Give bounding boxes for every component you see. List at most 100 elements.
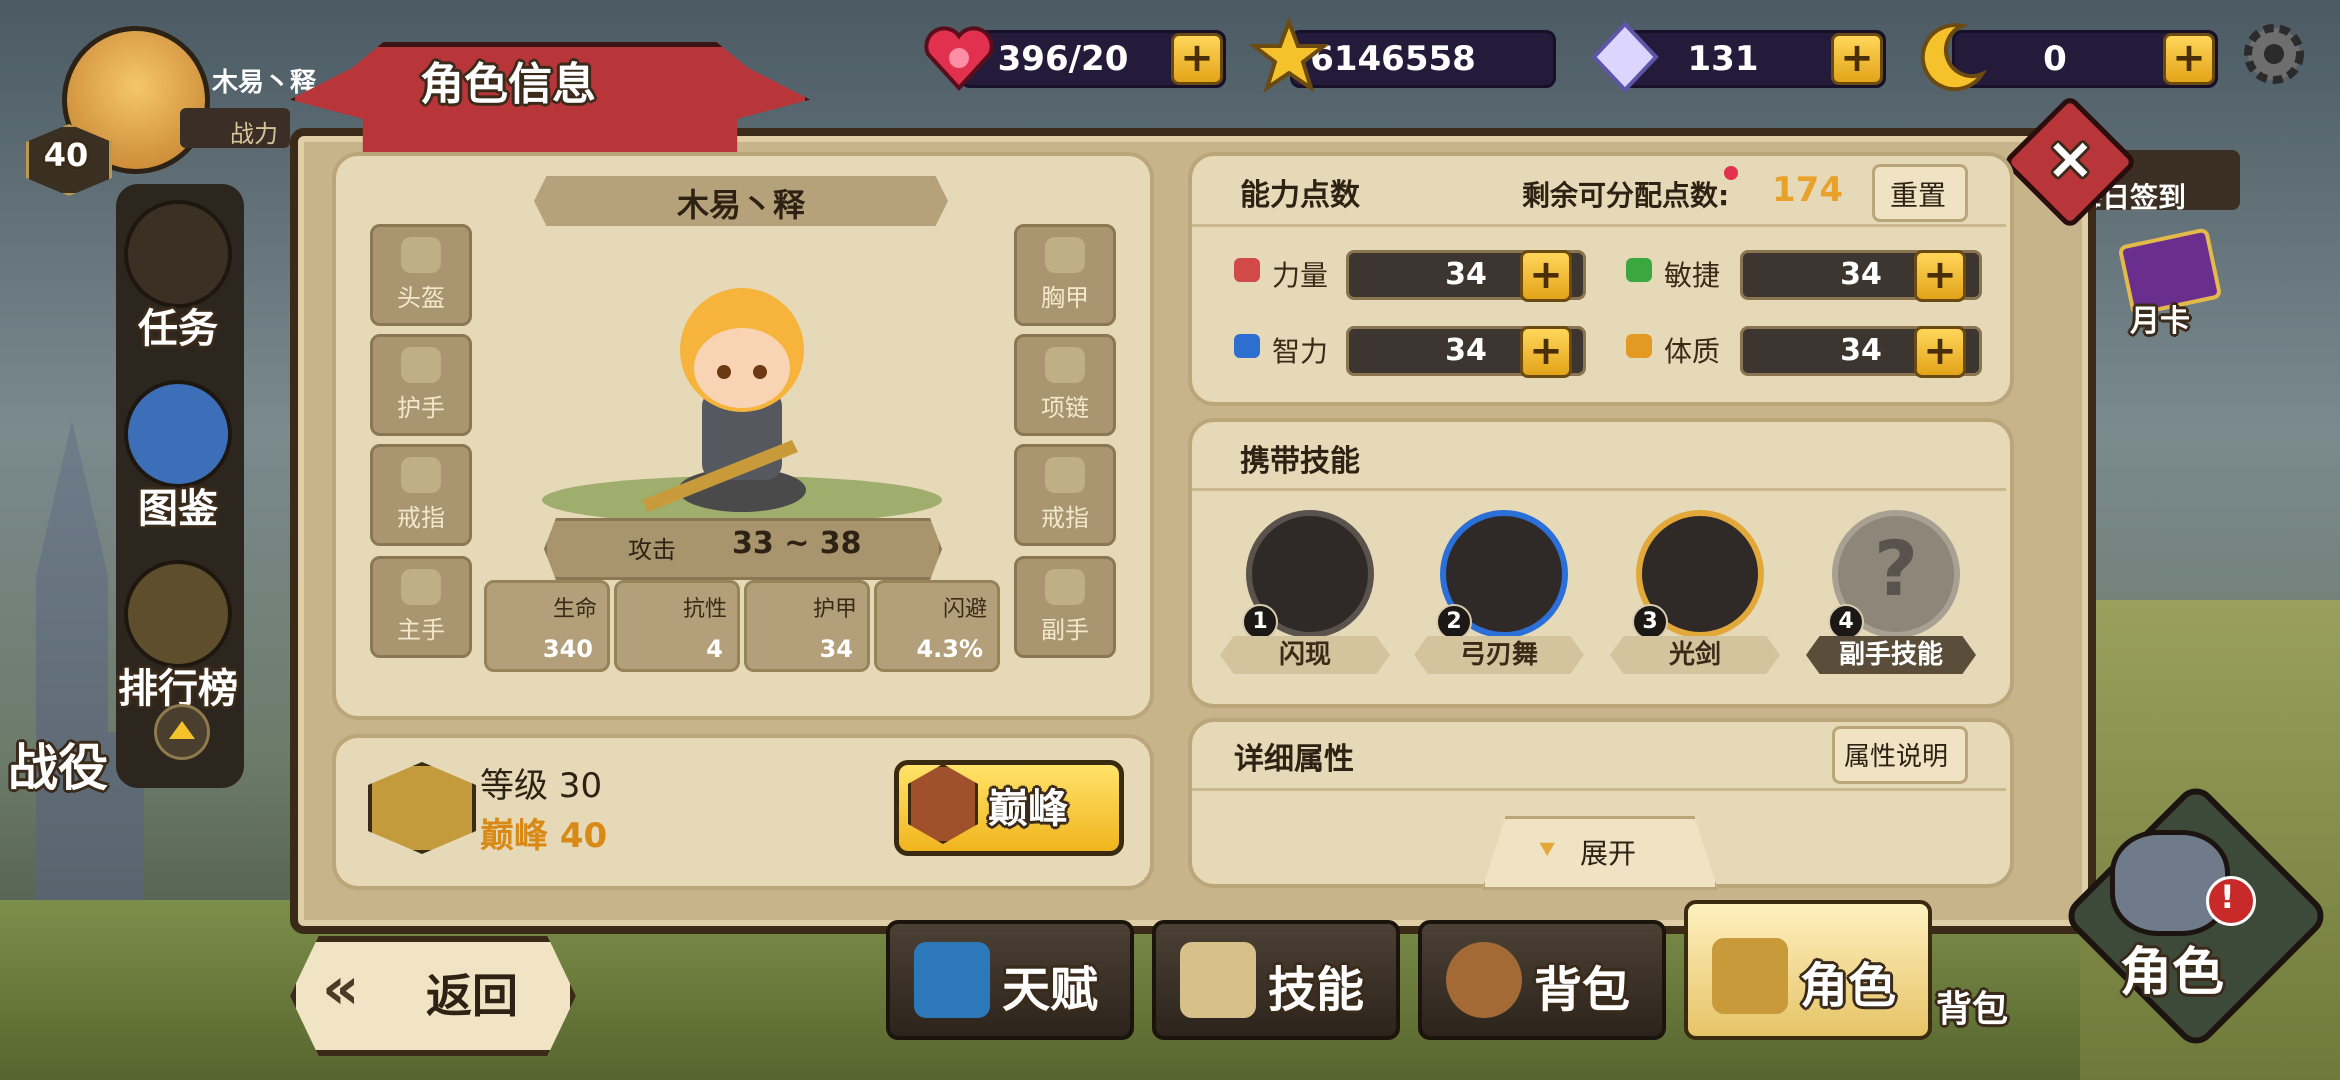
stat-hp-value: 340 <box>542 635 593 663</box>
stat-armor: 护甲 34 <box>744 580 870 672</box>
slot-offhand[interactable]: 副手 <box>1014 556 1116 658</box>
slot-mainhand-label: 主手 <box>397 616 445 644</box>
level-text: 等级 30 <box>480 766 603 806</box>
tab-character-label: 角色 <box>1800 958 1897 1014</box>
stat-resist-label: 抗性 <box>682 597 727 622</box>
skill-3-number: 3 <box>1632 604 1668 640</box>
tab-skills-label: 技能 <box>1268 962 1365 1018</box>
attack-label: 攻击 <box>628 536 676 564</box>
player-name: 木易丶释 <box>212 68 317 98</box>
notification-dot <box>1724 166 1738 180</box>
bg-bag-label: 背包 <box>1936 989 2009 1030</box>
ring-slot-icon <box>1045 457 1085 493</box>
slot-offhand-label: 副手 <box>1041 616 1089 644</box>
slot-helmet-label: 头盔 <box>397 284 445 312</box>
close-icon: × <box>2046 124 2095 192</box>
moon-counter: 0 + <box>1952 30 2218 88</box>
reset-label: 重置 <box>1890 179 1947 212</box>
skill-slot-2[interactable]: 2 <box>1436 510 1568 640</box>
skill-4-number: 4 <box>1828 604 1864 640</box>
settings-gear-icon[interactable] <box>2236 16 2312 92</box>
skill-1-number: 1 <box>1242 604 1278 640</box>
attack-value: 33 ~ 38 <box>732 526 862 561</box>
alert-mark: ! <box>2220 878 2235 916</box>
helmet-slot-icon <box>401 237 441 273</box>
stat-armor-label: 护甲 <box>812 597 857 622</box>
intellect-icon <box>1234 334 1260 358</box>
agility-icon <box>1626 258 1652 282</box>
tab-character[interactable]: 角色 <box>1684 900 1932 1040</box>
skill-slot-3[interactable]: 3 <box>1632 510 1764 640</box>
gauntlet-icon <box>1712 938 1788 1014</box>
gold-counter: 6146558 <box>1290 30 1556 88</box>
tab-skills[interactable]: 技能 <box>1152 920 1400 1040</box>
side-menu-ranking[interactable]: 排行榜 <box>110 560 246 714</box>
agility-label: 敏捷 <box>1664 259 1721 292</box>
side-menu-codex[interactable]: 图鉴 <box>110 380 246 534</box>
stat-dodge: 闪避 4.3% <box>874 580 1000 672</box>
intellect-plus-button[interactable]: + <box>1520 326 1572 378</box>
slot-necklace-label: 项链 <box>1041 394 1089 422</box>
stat-armor-value: 34 <box>819 635 853 663</box>
talent-book-icon <box>914 942 990 1018</box>
diamond-icon <box>1586 18 1664 96</box>
stamina-plus-button[interactable]: + <box>1171 33 1223 85</box>
ability-title: 能力点数 <box>1240 178 1360 213</box>
tab-bag[interactable]: 背包 <box>1418 920 1666 1040</box>
skill-slot-4[interactable]: ? 4 <box>1828 510 1960 640</box>
slot-ring-right-label: 戒指 <box>1041 504 1089 532</box>
skills-divider <box>1192 488 2006 491</box>
heart-icon <box>920 18 998 96</box>
constitution-plus-button[interactable]: + <box>1914 326 1966 378</box>
monthly-card-label: 月卡 <box>2130 304 2190 339</box>
question-mark-icon: ? <box>1873 524 1919 613</box>
skill-scroll-icon <box>1180 942 1256 1018</box>
moon-icon <box>1912 18 1990 96</box>
quest-label: 任务 <box>138 306 218 352</box>
skill-2-number: 2 <box>1436 604 1472 640</box>
stat-hp: 生命 340 <box>484 580 610 672</box>
remaining-points-value: 174 <box>1772 170 1843 210</box>
player-level-text: 40 <box>43 136 89 174</box>
collapse-arrow-icon[interactable] <box>154 704 210 760</box>
character-portrait <box>492 240 992 540</box>
side-menu-quest[interactable]: 任务 <box>110 200 246 354</box>
skill-2-name: 弓刃舞 <box>1414 636 1584 674</box>
skill-3-name: 光剑 <box>1610 636 1780 674</box>
moon-plus-button[interactable]: + <box>2163 33 2215 85</box>
helmet-icon <box>124 560 232 668</box>
agility-plus-button[interactable]: + <box>1914 250 1966 302</box>
back-label: 返回 <box>426 969 518 1023</box>
back-chevron-icon: « <box>322 954 360 1022</box>
slot-ring-right[interactable]: 戒指 <box>1014 444 1116 546</box>
constitution-icon <box>1626 334 1652 358</box>
bg-role-label: 角色 <box>2120 943 2225 1003</box>
power-label: 战力 <box>230 120 278 148</box>
slot-gauntlet[interactable]: 护手 <box>370 334 472 436</box>
peak-text: 巅峰 40 <box>480 816 608 856</box>
slot-helmet[interactable]: 头盔 <box>370 224 472 326</box>
slot-ring-left[interactable]: 戒指 <box>370 444 472 546</box>
strength-plus-button[interactable]: + <box>1520 250 1572 302</box>
skill-slot-1[interactable]: 1 <box>1242 510 1374 640</box>
skill-4-name: 副手技能 <box>1806 636 1976 674</box>
expand-label: 展开 <box>1580 837 1637 870</box>
stat-resist-value: 4 <box>706 635 723 663</box>
slot-necklace[interactable]: 项链 <box>1014 334 1116 436</box>
necklace-slot-icon <box>1045 347 1085 383</box>
details-divider <box>1192 788 2006 791</box>
tab-talent[interactable]: 天赋 <box>886 920 1134 1040</box>
slot-mainhand[interactable]: 主手 <box>370 556 472 658</box>
peak-button-label: 巅峰 <box>988 786 1068 832</box>
campaign-button[interactable]: 战役 <box>8 728 108 800</box>
diamond-plus-button[interactable]: + <box>1831 33 1883 85</box>
slot-gauntlet-label: 护手 <box>397 394 445 422</box>
skills-title: 携带技能 <box>1240 444 1360 479</box>
intellect-label: 智力 <box>1272 335 1329 368</box>
stamina-counter: 396/20 + <box>960 30 1226 88</box>
gauntlet-slot-icon <box>401 347 441 383</box>
details-title: 详细属性 <box>1234 742 1354 777</box>
remaining-points-label: 剩余可分配点数: <box>1522 179 1730 212</box>
stat-dodge-value: 4.3% <box>916 635 983 663</box>
slot-chest[interactable]: 胸甲 <box>1014 224 1116 326</box>
